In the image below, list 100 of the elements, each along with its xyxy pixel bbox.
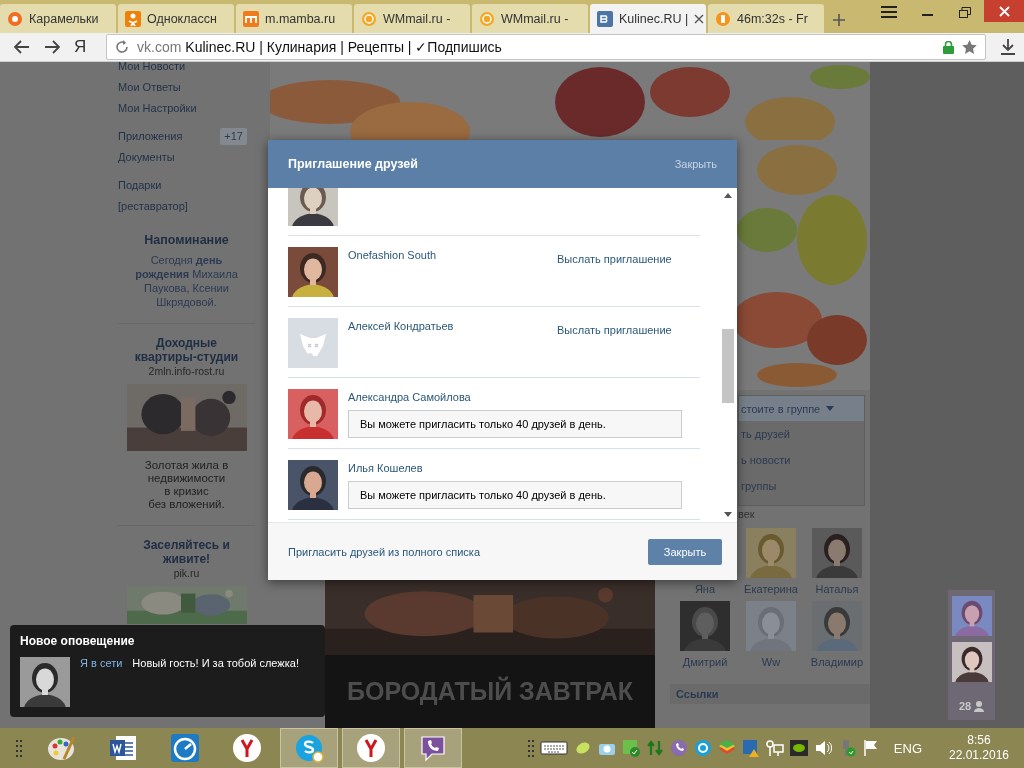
- language-indicator[interactable]: ENG: [893, 740, 922, 756]
- site-icon: [243, 10, 259, 27]
- back-icon[interactable]: [14, 40, 30, 54]
- network-icon[interactable]: [765, 739, 784, 757]
- close-button[interactable]: [984, 0, 1024, 22]
- count-badge: +17: [220, 128, 247, 145]
- document-icon[interactable]: [108, 733, 138, 763]
- menu-link[interactable]: Документы: [118, 147, 175, 168]
- browser-tab[interactable]: WMmail.ru -: [354, 4, 470, 33]
- site-icon: [597, 10, 613, 27]
- forward-icon[interactable]: [44, 40, 60, 54]
- graphics-card-icon[interactable]: [789, 739, 808, 757]
- limit-notice: Вы можете пригласить только 40 друзей в день.: [348, 410, 682, 438]
- person-icon: [974, 700, 985, 712]
- lock-icon: [943, 40, 954, 54]
- dialog-title: Приглашение друзей: [288, 157, 418, 171]
- taskbar-button[interactable]: [342, 728, 400, 768]
- keyboard-icon[interactable]: [539, 739, 568, 757]
- site-icon: [479, 10, 495, 27]
- menu-icon[interactable]: [881, 6, 897, 18]
- online-count: 28: [958, 700, 972, 712]
- friend-name[interactable]: Екатерина: [744, 583, 798, 595]
- friend-name[interactable]: Владимир: [810, 656, 864, 668]
- menu-link[interactable]: Мои Настройки: [118, 98, 197, 119]
- grip-icon: [527, 739, 534, 757]
- invite-link[interactable]: Выслать приглашение: [557, 253, 672, 306]
- menu-item[interactable]: ть друзей: [739, 421, 864, 447]
- address-field[interactable]: vk.com Kulinec.RU | Кулинария | Рецепты | ✓Подпишись: [106, 34, 986, 60]
- clock-date[interactable]: 22.01.2016: [948, 748, 1010, 763]
- ad-text: Золотая жила в недвижимости в кризис без вложений.: [143, 459, 230, 511]
- scrollbar-thumb[interactable]: [721, 329, 734, 403]
- ad-title[interactable]: Заселяйтесь и живите!: [118, 538, 255, 566]
- ad-title[interactable]: Доходные квартиры-студии: [118, 336, 255, 364]
- friend-name[interactable]: Наталья: [815, 583, 859, 595]
- friend-name[interactable]: Ww: [761, 656, 781, 668]
- friend-name[interactable]: Александра Самойлова: [348, 391, 700, 403]
- ring-icon[interactable]: [693, 739, 712, 757]
- dropdown-header[interactable]: стоите в группе: [739, 396, 864, 421]
- notification-text: Новый гость! И за тобой слежка!: [132, 657, 299, 671]
- ad-domain[interactable]: 2mln.info-rost.ru: [118, 365, 255, 377]
- browser-tab[interactable]: Одноклассн: [118, 4, 234, 33]
- friend-name[interactable]: Onefashion South: [348, 249, 557, 306]
- skype-icon[interactable]: [294, 733, 324, 763]
- restore-icon[interactable]: [959, 6, 971, 18]
- reminder-text: Сегодня день рождения Михаила Паукова, Ксении Шкрядовой.: [134, 253, 239, 309]
- close-icon[interactable]: [694, 13, 705, 24]
- menu-link[interactable]: Мои Новости: [118, 62, 186, 77]
- menu-link[interactable]: [реставратор]: [118, 196, 188, 217]
- checklist-icon[interactable]: [621, 739, 640, 757]
- limit-notice: Вы можете пригласить только 40 друзей в день.: [348, 481, 682, 509]
- friend-name[interactable]: Дмитрий: [682, 656, 728, 668]
- speaker-icon[interactable]: [813, 739, 832, 757]
- members-label: век: [738, 507, 756, 522]
- browser-logo[interactable]: Я: [74, 37, 92, 57]
- browser-tab[interactable]: WMmail.ru -: [472, 4, 588, 33]
- status-link[interactable]: Я в сети: [80, 657, 123, 707]
- browser-icon[interactable]: [356, 733, 386, 763]
- close-link[interactable]: Закрыть: [674, 158, 717, 170]
- gauge-icon[interactable]: [170, 733, 200, 763]
- friend-name[interactable]: Яна: [694, 583, 716, 595]
- clock-time[interactable]: 8:56: [967, 733, 991, 748]
- leaf-icon[interactable]: [573, 739, 592, 757]
- menu-link[interactable]: Мои Ответы: [118, 77, 181, 98]
- menu-item[interactable]: ь новости: [739, 447, 864, 473]
- reload-icon[interactable]: [115, 40, 129, 54]
- phone-chat-icon[interactable]: [669, 739, 688, 757]
- layers-icon[interactable]: [717, 739, 736, 757]
- menu-item[interactable]: группы: [739, 473, 864, 499]
- browser-tab[interactable]: Kulinec.RU |: [590, 4, 706, 33]
- friend-name[interactable]: Илья Кошелев: [348, 462, 700, 474]
- download-icon[interactable]: [1000, 39, 1016, 55]
- reminder-title: Напоминание: [143, 233, 230, 247]
- site-icon: [125, 10, 141, 27]
- browser-tab[interactable]: Карамельки: [0, 4, 116, 33]
- browser-icon[interactable]: [232, 733, 262, 763]
- menu-link[interactable]: Подарки: [118, 175, 162, 196]
- menu-link[interactable]: Приложения: [118, 126, 183, 147]
- video-caption: БОРОДАТЫЙ ЗАВТРАК: [346, 677, 633, 706]
- notification-title: Новое оповещение: [20, 634, 136, 648]
- flag-icon[interactable]: [861, 739, 880, 757]
- coin-icon: [715, 10, 731, 27]
- caret-icon: [826, 406, 835, 411]
- arrow-down-icon[interactable]: [723, 512, 732, 517]
- browser-tab[interactable]: m.mamba.ru: [236, 4, 352, 33]
- friend-name[interactable]: Алексей Кондратьев: [348, 320, 557, 377]
- plus-icon[interactable]: [832, 13, 846, 27]
- browser-tab[interactable]: 46m:32s - Fr: [708, 4, 824, 33]
- taskbar-button[interactable]: [404, 728, 462, 768]
- ad-domain[interactable]: pik.ru: [118, 567, 255, 579]
- invite-all-link[interactable]: Пригласить друзей из полного списка: [288, 545, 480, 558]
- section-header: Ссылки: [670, 684, 870, 704]
- warning-icon[interactable]: [741, 739, 760, 757]
- invite-link[interactable]: Выслать приглашение: [557, 324, 672, 377]
- phone-chat-icon[interactable]: [418, 733, 448, 763]
- close-button[interactable]: Закрыть: [648, 538, 722, 565]
- site-icon: [7, 10, 23, 27]
- arrow-up-icon[interactable]: [723, 193, 732, 198]
- star-icon[interactable]: [962, 40, 977, 54]
- grip-icon: [16, 739, 22, 757]
- site-icon: [361, 10, 377, 27]
